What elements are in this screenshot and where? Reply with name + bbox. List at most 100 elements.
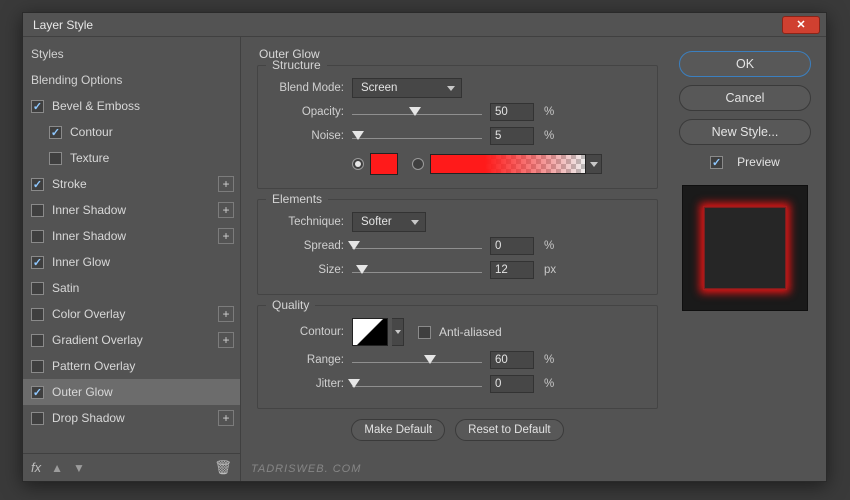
style-item-label: Contour	[70, 125, 113, 139]
styles-header[interactable]: Styles	[23, 41, 240, 67]
technique-select[interactable]: Softer	[352, 212, 426, 232]
preview-box	[682, 185, 808, 311]
glow-gradient-dropdown[interactable]	[586, 154, 602, 174]
style-checkbox[interactable]	[49, 126, 62, 139]
style-item-label: Gradient Overlay	[52, 333, 143, 347]
titlebar[interactable]: Layer Style ✕	[23, 13, 826, 37]
preview-label: Preview	[737, 155, 780, 169]
preview-checkbox-row[interactable]: Preview	[710, 155, 780, 169]
range-slider[interactable]	[352, 352, 482, 368]
right-column: OK Cancel New Style... Preview	[674, 37, 826, 481]
opacity-label: Opacity:	[270, 106, 352, 118]
quality-group-title: Quality	[266, 298, 315, 312]
watermark: TADRISWEB. COM	[251, 463, 361, 475]
jitter-slider[interactable]	[352, 376, 482, 392]
style-item-drop-shadow[interactable]: Drop Shadow+	[23, 405, 240, 431]
glow-gradient-radio[interactable]	[412, 158, 424, 170]
style-item-label: Outer Glow	[52, 385, 113, 399]
jitter-unit: %	[544, 378, 564, 390]
style-item-label: Inner Shadow	[52, 229, 126, 243]
noise-slider[interactable]	[352, 128, 482, 144]
opacity-slider[interactable]	[352, 104, 482, 120]
layer-style-dialog: Layer Style ✕ Styles Blending Options Be…	[22, 12, 827, 482]
style-item-pattern-overlay[interactable]: Pattern Overlay	[23, 353, 240, 379]
style-checkbox[interactable]	[31, 178, 44, 191]
jitter-label: Jitter:	[270, 378, 352, 390]
spread-input[interactable]: 0	[490, 237, 534, 255]
style-checkbox[interactable]	[31, 282, 44, 295]
add-effect-icon[interactable]: +	[218, 306, 234, 322]
opacity-input[interactable]: 50	[490, 103, 534, 121]
blending-options[interactable]: Blending Options	[23, 67, 240, 93]
blend-mode-select[interactable]: Screen	[352, 78, 462, 98]
jitter-input[interactable]: 0	[490, 375, 534, 393]
style-item-outer-glow[interactable]: Outer Glow	[23, 379, 240, 405]
add-effect-icon[interactable]: +	[218, 410, 234, 426]
styles-sidebar: Styles Blending Options Bevel & Emboss Co…	[23, 37, 241, 481]
style-checkbox[interactable]	[31, 204, 44, 217]
glow-color-radio[interactable]	[352, 158, 364, 170]
style-checkbox[interactable]	[49, 152, 62, 165]
style-checkbox[interactable]	[31, 100, 44, 113]
style-checkbox[interactable]	[31, 386, 44, 399]
noise-unit: %	[544, 130, 564, 142]
style-item-label: Color Overlay	[52, 307, 125, 321]
quality-group: Quality Contour: Anti-aliased Range: 60 …	[257, 305, 658, 409]
elements-group-title: Elements	[266, 192, 328, 206]
style-item-gradient-overlay[interactable]: Gradient Overlay +	[23, 327, 240, 353]
style-checkbox[interactable]	[31, 412, 44, 425]
style-checkbox[interactable]	[31, 334, 44, 347]
glow-color-swatch[interactable]	[370, 153, 398, 175]
window-title: Layer Style	[33, 18, 93, 32]
blend-mode-label: Blend Mode:	[270, 82, 352, 94]
make-default-button[interactable]: Make Default	[351, 419, 445, 441]
antialiased-label: Anti-aliased	[439, 325, 502, 339]
style-item-label: Texture	[70, 151, 109, 165]
contour-swatch[interactable]	[352, 318, 388, 346]
add-effect-icon[interactable]: +	[218, 202, 234, 218]
antialiased-checkbox[interactable]	[418, 326, 431, 339]
style-item-inner-shadow[interactable]: Inner Shadow +	[23, 223, 240, 249]
noise-input[interactable]: 5	[490, 127, 534, 145]
style-item-bevel-emboss[interactable]: Bevel & Emboss	[23, 93, 240, 119]
style-item-satin[interactable]: Satin	[23, 275, 240, 301]
close-button[interactable]: ✕	[782, 16, 820, 34]
size-unit: px	[544, 264, 564, 276]
add-effect-icon[interactable]: +	[218, 176, 234, 192]
style-item-label: Satin	[52, 281, 79, 295]
contour-dropdown[interactable]	[392, 318, 404, 346]
size-label: Size:	[270, 264, 352, 276]
trash-icon[interactable]: 🗑	[214, 459, 232, 476]
cancel-button[interactable]: Cancel	[679, 85, 811, 111]
style-item-inner-glow[interactable]: Inner Glow	[23, 249, 240, 275]
range-input[interactable]: 60	[490, 351, 534, 369]
ok-button[interactable]: OK	[679, 51, 811, 77]
move-up-icon[interactable]: ▲	[51, 461, 63, 475]
style-item-texture[interactable]: Texture	[23, 145, 240, 171]
add-effect-icon[interactable]: +	[218, 332, 234, 348]
new-style-button[interactable]: New Style...	[679, 119, 811, 145]
size-input[interactable]: 12	[490, 261, 534, 279]
style-item-contour[interactable]: Contour	[23, 119, 240, 145]
size-slider[interactable]	[352, 262, 482, 278]
elements-group: Elements Technique: Softer Spread: 0 % S…	[257, 199, 658, 295]
style-checkbox[interactable]	[31, 308, 44, 321]
move-down-icon[interactable]: ▼	[73, 461, 85, 475]
preview-checkbox[interactable]	[710, 156, 723, 169]
fx-menu[interactable]: fx	[31, 460, 41, 475]
range-unit: %	[544, 354, 564, 366]
style-item-stroke[interactable]: Stroke+	[23, 171, 240, 197]
glow-gradient-swatch[interactable]	[430, 154, 586, 174]
spread-slider[interactable]	[352, 238, 482, 254]
noise-label: Noise:	[270, 130, 352, 142]
style-checkbox[interactable]	[31, 256, 44, 269]
add-effect-icon[interactable]: +	[218, 228, 234, 244]
style-item-inner-shadow[interactable]: Inner Shadow+	[23, 197, 240, 223]
reset-default-button[interactable]: Reset to Default	[455, 419, 563, 441]
style-item-color-overlay[interactable]: Color Overlay +	[23, 301, 240, 327]
style-checkbox[interactable]	[31, 360, 44, 373]
style-checkbox[interactable]	[31, 230, 44, 243]
technique-label: Technique:	[270, 216, 352, 228]
structure-group: Structure Blend Mode: Screen Opacity: 50…	[257, 65, 658, 189]
structure-group-title: Structure	[266, 58, 327, 72]
